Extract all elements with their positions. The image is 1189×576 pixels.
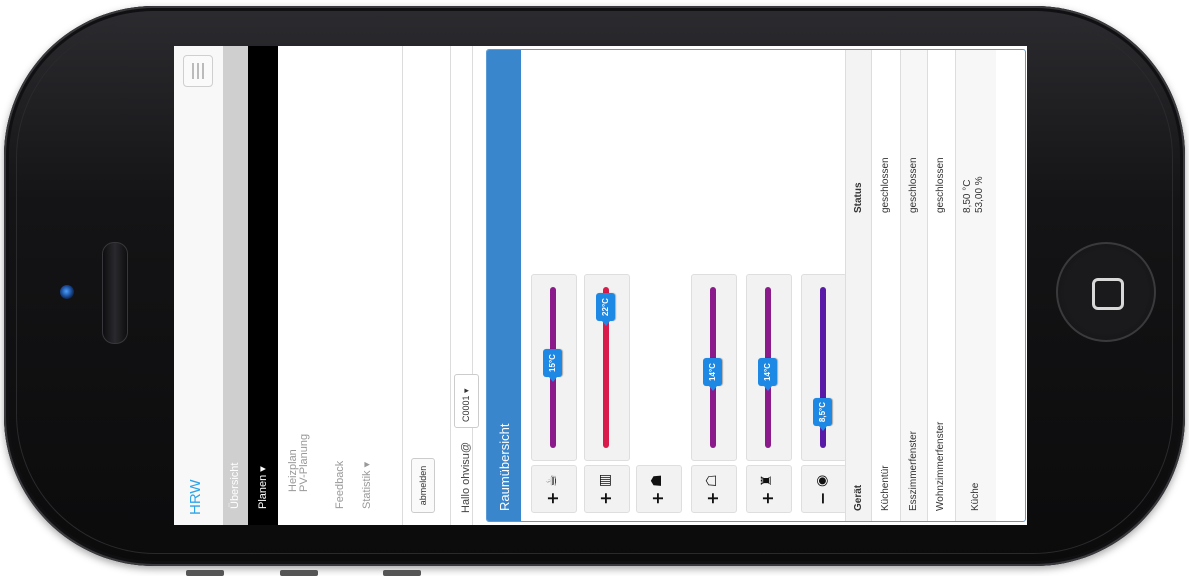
slider-thumb[interactable]: 22°C bbox=[596, 293, 615, 321]
device-name: Esszimmerfenster bbox=[908, 430, 919, 511]
device-name: Küche bbox=[970, 482, 981, 511]
nav-item-label: Statistik ▾ bbox=[361, 461, 373, 509]
home-square-icon bbox=[1092, 278, 1124, 310]
panel-title: Raumübersicht bbox=[497, 423, 512, 511]
user-area: Hallo ohvisu@ C0001 ▾ bbox=[450, 46, 484, 525]
nav-item-label: PV-Planung bbox=[298, 433, 310, 492]
column-header-device: Gerät bbox=[853, 484, 864, 511]
table-row: Esszimmerfenster geschlossen bbox=[900, 50, 928, 521]
panel-heading: Raumübersicht bbox=[487, 50, 521, 521]
plus-icon: + bbox=[543, 491, 562, 505]
appliance-icon: ▥ bbox=[597, 473, 613, 487]
device-status: 8,50 °C bbox=[962, 179, 973, 213]
column-header-status: Status bbox=[853, 182, 864, 213]
nav-item-heizplan[interactable]: Heizplan bbox=[278, 46, 299, 525]
plus-icon: + bbox=[703, 491, 722, 505]
nav-item-feedback[interactable]: Feedback bbox=[312, 46, 346, 525]
kettle-icon: ☕ bbox=[544, 474, 560, 487]
device-toggle-button[interactable]: + ☕ bbox=[531, 465, 577, 513]
plus-icon: + bbox=[648, 491, 667, 505]
table-header: Gerät Status bbox=[845, 50, 872, 521]
earpiece-speaker bbox=[102, 242, 128, 344]
greeting-text: Hallo ohvisu@ bbox=[460, 441, 472, 513]
temperature-slider[interactable]: 14°C bbox=[746, 274, 792, 461]
device-toggle-button[interactable]: + ☗ bbox=[636, 465, 682, 513]
tower-icon: ♜ bbox=[759, 474, 775, 487]
device-name: Wohnzimmerfenster bbox=[935, 421, 946, 511]
device-toggle-button[interactable]: + ☖ bbox=[691, 465, 737, 513]
device-status: geschlossen bbox=[880, 157, 891, 213]
table-row: Küchentür geschlossen bbox=[871, 50, 901, 521]
slider-thumb[interactable]: 15°C bbox=[543, 349, 562, 377]
volume-button bbox=[280, 570, 318, 576]
temperature-slider[interactable]: 8,5°C bbox=[801, 274, 847, 461]
front-camera bbox=[60, 285, 74, 299]
device-humidity: 53,00 % bbox=[974, 176, 985, 213]
brand-link[interactable]: HRW bbox=[187, 479, 204, 515]
nav-item-label: Planen ▾ bbox=[257, 466, 269, 509]
room-overview-panel: Raumübersicht + ☕ 15°C + ▥ 22°C + ☗ + ☖ 14°C + ♜ 14°C… bbox=[486, 49, 1026, 522]
slider-thumb[interactable]: 14°C bbox=[758, 358, 777, 386]
menu-toggle-button[interactable] bbox=[183, 55, 213, 87]
table-row: Wohnzimmerfenster geschlossen bbox=[927, 50, 956, 521]
device-name: Küchentür bbox=[880, 465, 891, 511]
temperature-slider[interactable]: 15°C bbox=[531, 274, 577, 461]
table-row: Küche 8,50 °C 53,00 % bbox=[955, 50, 996, 521]
temperature-slider[interactable]: 14°C bbox=[691, 274, 737, 461]
client-select[interactable]: C0001 ▾ bbox=[454, 374, 479, 428]
plus-icon: + bbox=[596, 491, 615, 505]
nav-item-label: Übersicht bbox=[229, 462, 241, 509]
slider-thumb[interactable]: 8,5°C bbox=[813, 398, 832, 426]
plus-icon: + bbox=[758, 491, 777, 505]
home-button[interactable] bbox=[1056, 242, 1156, 342]
logout-button[interactable]: abmelden bbox=[411, 458, 435, 513]
temperature-slider[interactable]: 22°C bbox=[584, 274, 630, 461]
volume-button bbox=[186, 570, 224, 576]
slider-thumb[interactable]: 14°C bbox=[703, 358, 722, 386]
hamburger-bar bbox=[192, 63, 194, 79]
logout-area: abmelden bbox=[402, 46, 450, 525]
hamburger-bar bbox=[202, 63, 204, 79]
device-toggle-button[interactable]: + ▥ bbox=[584, 465, 630, 513]
house-outline-icon: ☖ bbox=[704, 474, 720, 487]
nav-item-statistik[interactable]: Statistik ▾ bbox=[342, 46, 373, 525]
device-toggle-button[interactable]: + ♜ bbox=[746, 465, 792, 513]
nav-item-pv-planung[interactable]: PV-Planung bbox=[295, 46, 312, 525]
navbar: HRW bbox=[174, 46, 224, 525]
minus-icon: − bbox=[813, 491, 832, 505]
fan-icon: ◉ bbox=[814, 474, 830, 487]
device-status: geschlossen bbox=[908, 157, 919, 213]
hamburger-bar bbox=[197, 63, 199, 79]
phone-screen: HRW Übersicht Planen ▾ Heizplan PV-Planu… bbox=[174, 46, 1027, 525]
page-canvas: HRW Übersicht Planen ▾ Heizplan PV-Planu… bbox=[174, 46, 1027, 525]
mute-switch bbox=[383, 570, 421, 576]
nav-item-uebersicht[interactable]: Übersicht bbox=[223, 46, 248, 525]
house-icon: ☗ bbox=[649, 474, 665, 487]
device-toggle-button[interactable]: − ◉ bbox=[801, 465, 847, 513]
nav-item-planen[interactable]: Planen ▾ bbox=[248, 46, 278, 525]
device-status: geschlossen bbox=[935, 157, 946, 213]
